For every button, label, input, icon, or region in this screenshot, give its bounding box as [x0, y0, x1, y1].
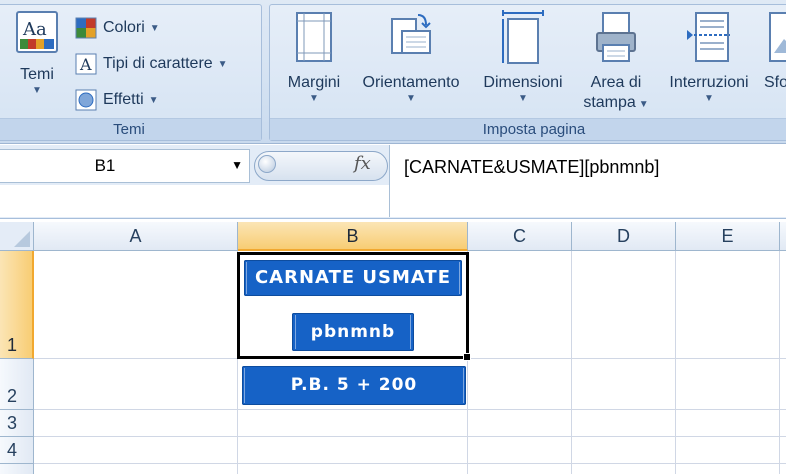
chevron-down-icon: ▼ [217, 58, 228, 70]
formula-bar: B1 ▼ fx [CARNATE&USMATE][pbnmnb] [0, 145, 786, 219]
effetti-button[interactable]: Effetti ▼ [75, 87, 159, 113]
select-all-button[interactable] [0, 222, 34, 251]
formula-controls: fx [250, 149, 390, 183]
svg-text:A: A [79, 55, 92, 74]
chevron-down-icon: ▼ [148, 94, 159, 106]
column-header-e[interactable]: E [676, 222, 780, 251]
margins-icon [291, 9, 337, 67]
chevron-down-icon: ▼ [704, 93, 714, 104]
margini-button[interactable]: Margini ▼ [276, 9, 352, 105]
breaks-icon [686, 9, 732, 67]
sfondo-label: Sfo [764, 74, 786, 91]
insert-function-button[interactable]: fx [354, 153, 371, 174]
formula-input[interactable]: [CARNATE&USMATE][pbnmnb] [389, 145, 786, 217]
ribbon: Aa Temi ▼ Colori ▼ A Tipi di carattere ▼… [0, 0, 786, 144]
size-icon [500, 9, 546, 67]
label-border-icon [463, 368, 464, 403]
splitter-knob-icon[interactable] [258, 155, 276, 173]
tipi-di-carattere-button[interactable]: A Tipi di carattere ▼ [75, 51, 228, 77]
row-header-2[interactable]: 2 [0, 359, 34, 410]
active-cell-selection[interactable] [237, 252, 469, 359]
orientamento-button[interactable]: Orientamento ▼ [352, 9, 470, 105]
fonts-icon: A [75, 53, 97, 75]
chevron-down-icon: ▼ [309, 93, 319, 104]
select-all-icon [14, 231, 30, 247]
imposta-pagina-group-label: Imposta pagina [270, 118, 786, 140]
tipi-di-carattere-label: Tipi di carattere [103, 55, 213, 72]
interruzioni-label: Interruzioni [669, 74, 749, 91]
cell-b2-text: P.B. 5 + 200 [290, 375, 418, 395]
dimensioni-button[interactable]: Dimensioni ▼ [474, 9, 572, 105]
gridline [779, 251, 780, 474]
chevron-down-icon: ▼ [32, 85, 42, 96]
row-header-3[interactable]: 3 [0, 410, 34, 437]
temi-button[interactable]: Aa Temi ▼ [9, 9, 65, 97]
svg-text:Aa: Aa [22, 19, 47, 40]
chevron-down-icon[interactable]: ▼ [231, 158, 243, 172]
orientamento-label: Orientamento [362, 74, 460, 91]
colors-icon [75, 17, 97, 39]
row-number-3: 3 [7, 413, 18, 433]
gridline [675, 251, 676, 474]
gridline [34, 409, 786, 410]
colori-button[interactable]: Colori ▼ [75, 15, 160, 41]
themes-icon: Aa [14, 9, 60, 67]
temi-group-label: Temi [0, 118, 261, 140]
interruzioni-button[interactable]: Interruzioni ▼ [658, 9, 760, 105]
chevron-down-icon: ▼ [638, 99, 649, 110]
name-box[interactable]: B1 ▼ [0, 149, 250, 183]
name-box-area [0, 185, 389, 217]
spreadsheet-grid: A B C D E 1 2 3 4 CARNATE USMATE pbnmnb … [0, 222, 786, 474]
row-number-1: 1 [7, 335, 18, 355]
column-header-d[interactable]: D [572, 222, 676, 251]
area-di-stampa-label-line1: Area di [590, 74, 642, 91]
dimensioni-label: Dimensioni [483, 74, 563, 91]
margini-label: Margini [287, 74, 341, 91]
column-header-c[interactable]: C [468, 222, 572, 251]
temi-group: Aa Temi ▼ Colori ▼ A Tipi di carattere ▼… [0, 4, 262, 141]
column-header-b[interactable]: B [238, 222, 468, 251]
gridline [34, 436, 786, 437]
imposta-pagina-group: Margini ▼ Orientamento ▼ Dimensioni ▼ Ar… [269, 4, 786, 141]
chevron-down-icon: ▼ [406, 93, 416, 104]
chevron-down-icon: ▼ [518, 93, 528, 104]
cell-b2-label[interactable]: P.B. 5 + 200 [242, 366, 466, 405]
row-number-2: 2 [7, 386, 18, 406]
sfondo-button[interactable]: Sfo [764, 9, 786, 93]
formula-value: [CARNATE&USMATE][pbnmnb] [404, 157, 660, 177]
chevron-down-icon: ▼ [149, 22, 160, 34]
effetti-label: Effetti [103, 91, 144, 108]
row-number-4: 4 [7, 440, 18, 460]
gridline [571, 251, 572, 474]
area-di-stampa-label-line2: stampa [583, 94, 636, 111]
colori-label: Colori [103, 19, 145, 36]
print-area-icon [593, 9, 639, 67]
label-border-icon [244, 368, 245, 403]
background-icon [764, 9, 786, 67]
row-header-4[interactable]: 4 [0, 437, 34, 464]
gridline [34, 463, 786, 464]
column-header-f-partial[interactable] [780, 222, 786, 251]
row-header-5-partial[interactable] [0, 464, 34, 474]
effects-icon [75, 89, 97, 111]
column-header-a[interactable]: A [34, 222, 238, 251]
orientation-icon [388, 9, 434, 67]
name-box-value: B1 [94, 156, 116, 175]
temi-button-label: Temi [20, 66, 54, 83]
row-header-1[interactable]: 1 [0, 251, 34, 359]
fill-handle[interactable] [463, 353, 471, 361]
area-di-stampa-button[interactable]: Area di stampa ▼ [576, 9, 656, 115]
